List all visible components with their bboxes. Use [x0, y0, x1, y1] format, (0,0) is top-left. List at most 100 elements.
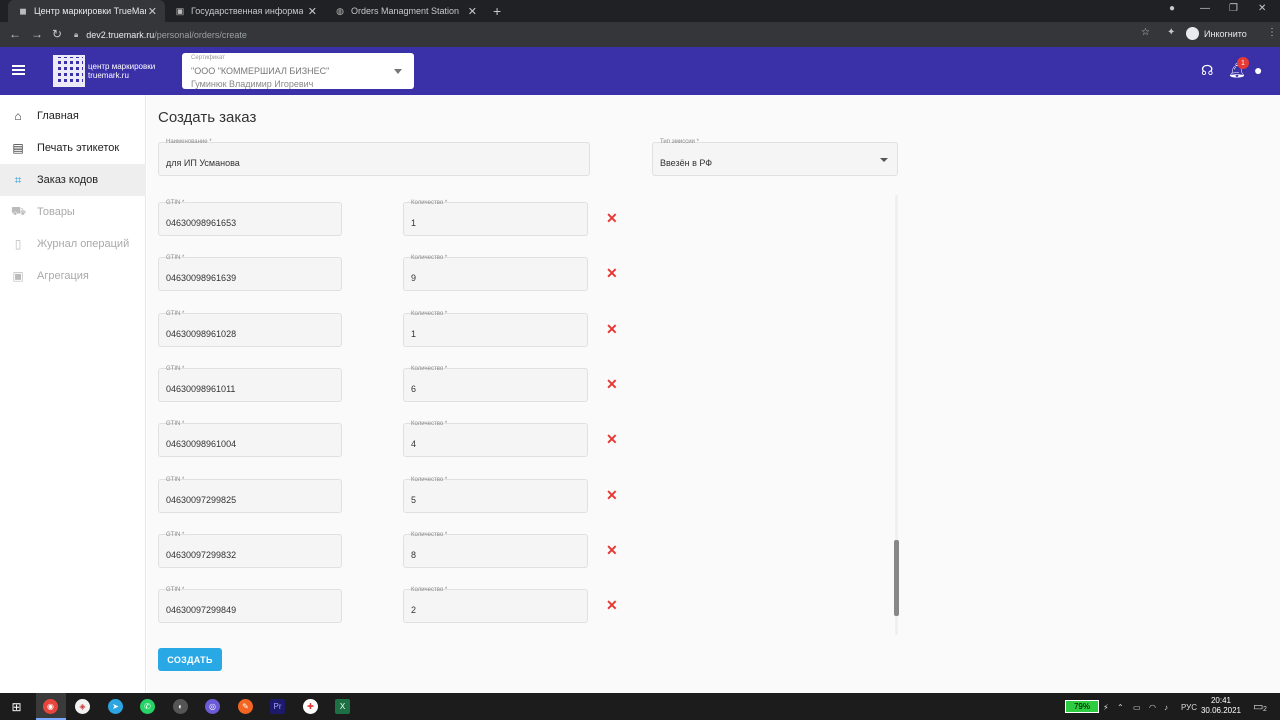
lock-icon: 🔒︎: [74, 29, 79, 39]
sidebar-item-code-order[interactable]: ⌗ Заказ кодов: [0, 164, 146, 196]
field-label: GTIN *: [166, 587, 185, 593]
new-tab-button[interactable]: +: [493, 3, 501, 19]
field-value: 04630098961004: [166, 439, 237, 449]
tab-gis[interactable]: ▣ Государственная информационная ✕: [165, 0, 325, 22]
network-icon[interactable]: ▭: [1133, 703, 1141, 712]
telegram-icon[interactable]: ➤: [108, 699, 123, 714]
gtin-field[interactable]: GTIN * 04630098961653: [158, 200, 342, 236]
delete-row-icon[interactable]: ✕: [606, 431, 618, 448]
app-icon[interactable]: ◎: [205, 699, 220, 714]
order-name-field[interactable]: Наименование * для ИП Усманова: [158, 139, 590, 176]
field-value: 04630098961639: [166, 273, 237, 283]
app-icon[interactable]: ◐: [173, 699, 188, 714]
battery-indicator[interactable]: 79%: [1065, 700, 1099, 713]
field-label: GTIN *: [166, 311, 185, 317]
volume-icon[interactable]: ♪: [1164, 703, 1168, 712]
sidebar-item-label: Печать этикеток: [37, 142, 120, 154]
profile-dot-icon[interactable]: ●: [1169, 3, 1175, 14]
truemark-logo[interactable]: центр маркировки truemark.ru: [53, 52, 155, 90]
back-icon[interactable]: ←: [9, 27, 21, 41]
tab-label: Государственная информационная: [191, 6, 303, 16]
quantity-field[interactable]: Количество * 4: [403, 421, 588, 457]
gtin-field[interactable]: GTIN * 04630098961028: [158, 311, 342, 347]
incognito-indicator[interactable]: Инкогнито: [1186, 27, 1247, 40]
emission-type-select[interactable]: Тип эмиссии * Ввезён в РФ: [652, 139, 898, 176]
certificate-label: Сертификат: [191, 55, 225, 61]
taskbar-clock[interactable]: 20:41 30.06.2021: [1200, 696, 1242, 716]
delete-row-icon[interactable]: ✕: [606, 210, 618, 227]
url-field[interactable]: 🔒︎ dev2.truemark.ru/personal/orders/crea…: [74, 26, 1164, 43]
field-value: 9: [411, 273, 417, 283]
field-value: 04630098961653: [166, 218, 237, 228]
quantity-field[interactable]: Количество * 1: [403, 200, 588, 236]
browser-tab-bar: ◼ Центр маркировки TrueMark — ЛК ✕ ▣ Гос…: [0, 0, 1280, 22]
close-tab-icon[interactable]: ✕: [468, 5, 477, 18]
close-tab-icon[interactable]: ✕: [148, 5, 157, 18]
app-icon[interactable]: ✚: [303, 699, 318, 714]
gtin-field[interactable]: GTIN * 04630097299832: [158, 532, 342, 568]
premiere-icon[interactable]: Pr: [270, 699, 285, 714]
chevron-down-icon: [880, 158, 888, 162]
field-label: Количество *: [411, 311, 448, 317]
tray-chevron-icon[interactable]: ⌃: [1117, 703, 1124, 712]
delete-row-icon[interactable]: ✕: [606, 265, 618, 282]
delete-row-icon[interactable]: ✕: [606, 542, 618, 559]
windows-start-icon[interactable]: ⊞: [9, 699, 24, 714]
close-tab-icon[interactable]: ✕: [308, 5, 317, 18]
printer-icon: ▤: [12, 141, 24, 155]
quantity-field[interactable]: Количество * 2: [403, 587, 588, 623]
gtin-field[interactable]: GTIN * 04630097299825: [158, 477, 342, 513]
sidebar-item-journal[interactable]: ▯ Журнал операций: [0, 228, 146, 260]
quantity-field[interactable]: Количество * 1: [403, 311, 588, 347]
quantity-field[interactable]: Количество * 9: [403, 255, 588, 291]
sidebar-item-home[interactable]: ⌂ Главная: [0, 100, 146, 132]
quantity-field[interactable]: Количество * 8: [403, 532, 588, 568]
chevron-down-icon: [394, 69, 402, 74]
field-label: Количество *: [411, 366, 448, 372]
gtin-field[interactable]: GTIN * 04630098961004: [158, 421, 342, 457]
gtin-field[interactable]: GTIN * 04630097299849: [158, 587, 342, 623]
notification-center-icon[interactable]: ▭: [1253, 700, 1263, 713]
quantity-field[interactable]: Количество * 6: [403, 366, 588, 402]
field-label: GTIN *: [166, 421, 185, 427]
browser-menu-icon[interactable]: ⋮: [1267, 27, 1277, 38]
quantity-field[interactable]: Количество * 5: [403, 477, 588, 513]
field-value: 4: [411, 439, 417, 449]
close-window-button[interactable]: ✕: [1258, 3, 1266, 14]
app-icon[interactable]: ◈: [75, 699, 90, 714]
delete-row-icon[interactable]: ✕: [606, 376, 618, 393]
reload-icon[interactable]: ↻: [52, 27, 62, 41]
whatsapp-icon[interactable]: ✆: [140, 699, 155, 714]
forward-icon[interactable]: →: [31, 27, 43, 41]
clock-time: 20:41: [1210, 696, 1232, 705]
power-icon[interactable]: ⚡︎: [1103, 703, 1109, 712]
sidebar-item-print-labels[interactable]: ▤ Печать этикеток: [0, 132, 146, 164]
gtin-field[interactable]: GTIN * 04630098961639: [158, 255, 342, 291]
excel-icon[interactable]: X: [335, 699, 350, 714]
menu-icon[interactable]: [12, 65, 25, 75]
minimize-button[interactable]: —: [1200, 3, 1210, 14]
site-favicon-icon: ▣: [175, 5, 185, 16]
sidebar-item-goods[interactable]: ⛟ Товары: [0, 196, 146, 228]
certificate-select[interactable]: Сертификат "ООО "КОММЕРШИАЛ БИЗНЕС" Гуми…: [182, 53, 414, 89]
delete-row-icon[interactable]: ✕: [606, 321, 618, 338]
extensions-icon[interactable]: ✦: [1167, 27, 1175, 38]
chrome-icon[interactable]: ◉: [43, 699, 58, 714]
account-icon[interactable]: ●: [1254, 62, 1262, 78]
sidebar-item-aggregation[interactable]: ▣ Агрегация: [0, 260, 146, 292]
scrollbar-thumb[interactable]: [894, 540, 899, 616]
tab-orders-station[interactable]: ◍ Orders Managment Station ✕: [325, 0, 485, 22]
support-icon[interactable]: ☊: [1201, 62, 1213, 79]
field-value: 04630097299832: [166, 550, 237, 560]
home-icon: ⌂: [14, 109, 22, 123]
delete-row-icon[interactable]: ✕: [606, 597, 618, 614]
maximize-button[interactable]: ❐: [1229, 3, 1238, 14]
gtin-field[interactable]: GTIN * 04630098961011: [158, 366, 342, 402]
star-icon[interactable]: ☆: [1141, 27, 1150, 38]
create-button[interactable]: СОЗДАТЬ: [158, 648, 222, 671]
language-indicator[interactable]: РУС: [1181, 703, 1197, 712]
app-icon[interactable]: ✎: [238, 699, 253, 714]
tab-truemark[interactable]: ◼ Центр маркировки TrueMark — ЛК ✕: [8, 0, 165, 22]
delete-row-icon[interactable]: ✕: [606, 487, 618, 504]
wifi-icon[interactable]: ◠: [1149, 703, 1156, 712]
